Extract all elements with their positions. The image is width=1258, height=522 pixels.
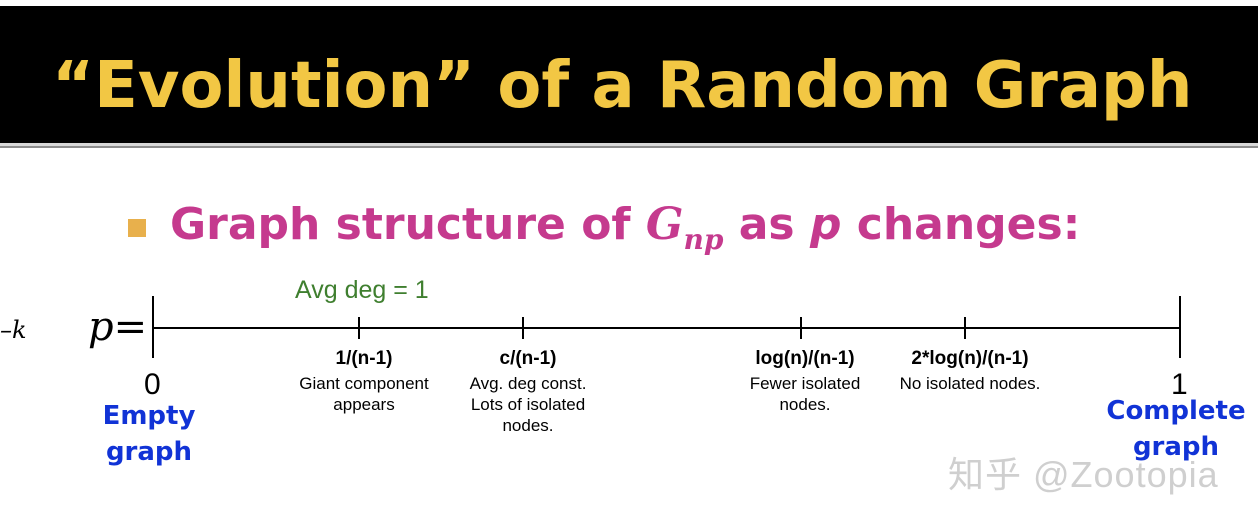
heading-p: p (809, 199, 842, 250)
avg-deg-label: Avg deg = 1 (295, 276, 429, 304)
point-description: Giant component appears (299, 374, 429, 414)
title-bar: “Evolution” of a Random Graph (0, 6, 1258, 143)
empty-graph-label: Empty graph (102, 401, 196, 467)
watermark: 知乎 @Zootopia (948, 454, 1219, 495)
tick-c-over-n (522, 317, 524, 339)
bullet-square-icon (128, 219, 146, 237)
tick-1-over-n (358, 317, 360, 339)
heading-mid: as (723, 199, 810, 250)
point-description: No isolated nodes. (899, 374, 1041, 393)
tick-start (152, 296, 154, 358)
heading-sub-np: np (683, 223, 724, 256)
point-title: 2*log(n)/(n-1) (911, 348, 1029, 369)
point-title: c/(n-1) (499, 348, 557, 369)
point-description: Avg. deg const. Lots of isolated nodes. (469, 374, 587, 435)
axis-start-value: 0 (144, 368, 161, 401)
heading-pre: Graph structure of (170, 199, 646, 250)
point-title: 1/(n-1) (335, 348, 393, 369)
p-axis-line (153, 327, 1181, 329)
tick-2log-n (964, 317, 966, 339)
heading-post: changes: (841, 199, 1081, 250)
point-title: log(n)/(n-1) (755, 348, 855, 369)
p-equals-label: p= (88, 304, 148, 350)
bullet-heading: Graph structure of Gnp as p changes: (170, 195, 1080, 270)
tick-end (1179, 296, 1181, 358)
cropped-k-fragment: –k (0, 316, 27, 344)
slide-title: “Evolution” of a Random Graph (52, 49, 1193, 123)
tick-log-n (800, 317, 802, 339)
title-rule-dark (0, 146, 1258, 148)
point-description: Fewer isolated nodes. (749, 374, 861, 414)
heading-g: G (645, 199, 684, 250)
